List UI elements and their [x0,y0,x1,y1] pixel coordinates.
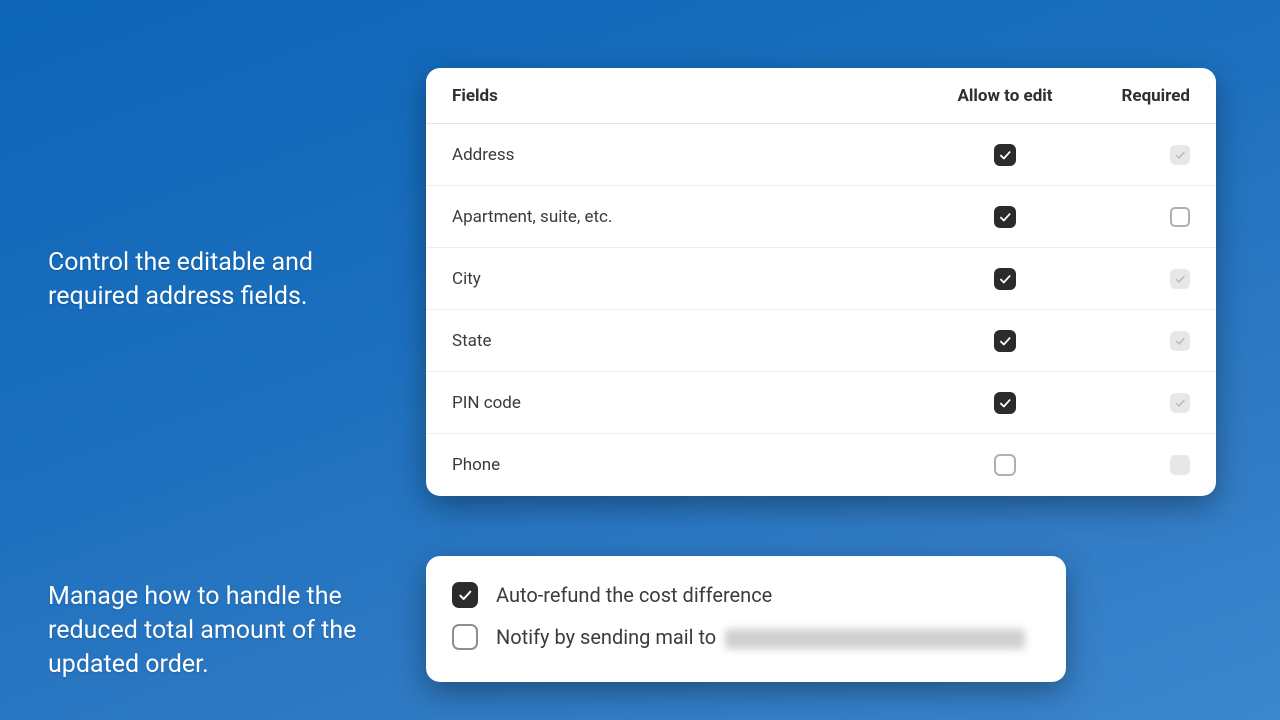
option-notify-mail: Notify by sending mail to [448,616,1044,658]
field-label: Phone [452,455,930,475]
fields-settings-card: Fields Allow to edit Required Address Apa… [426,68,1216,496]
option-auto-refund: Auto-refund the cost difference [448,574,1044,616]
redacted-email [725,629,1025,649]
checkbox-icon[interactable] [994,206,1016,228]
checkbox-icon[interactable] [994,454,1016,476]
checkbox-icon[interactable] [1170,455,1190,475]
checkbox-notify-mail[interactable] [452,624,478,650]
checkbox-icon[interactable] [994,330,1016,352]
checkbox-icon[interactable] [994,392,1016,414]
allow-edit-cell [930,144,1080,166]
checkbox-icon[interactable] [1170,393,1190,413]
field-label: State [452,331,930,351]
checkbox-icon[interactable] [1170,331,1190,351]
table-row: City [426,248,1216,310]
checkbox-auto-refund[interactable] [452,582,478,608]
checkbox-icon[interactable] [1170,269,1190,289]
field-label: Apartment, suite, etc. [452,207,930,227]
allow-edit-cell [930,330,1080,352]
col-allow-header: Allow to edit [930,86,1080,106]
auto-refund-label: Auto-refund the cost difference [496,583,772,607]
notify-mail-label-prefix: Notify by sending mail to [496,625,716,649]
field-label: Address [452,145,930,165]
fields-table-header: Fields Allow to edit Required [426,68,1216,124]
notify-mail-label: Notify by sending mail to [496,625,1025,649]
fields-table-body: Address Apartment, suite, etc. City State PI… [426,124,1216,496]
required-cell [1080,269,1190,289]
required-cell [1080,331,1190,351]
allow-edit-cell [930,392,1080,414]
table-row: State [426,310,1216,372]
required-cell [1080,145,1190,165]
field-label: City [452,269,930,289]
refund-settings-card: Auto-refund the cost difference Notify b… [426,556,1066,682]
allow-edit-cell [930,268,1080,290]
caption-fields: Control the editable and required addres… [48,246,368,314]
allow-edit-cell [930,206,1080,228]
table-row: Phone [426,434,1216,496]
required-cell [1080,393,1190,413]
field-label: PIN code [452,393,930,413]
checkbox-icon[interactable] [1170,207,1190,227]
required-cell [1080,207,1190,227]
table-row: PIN code [426,372,1216,434]
table-row: Apartment, suite, etc. [426,186,1216,248]
required-cell [1080,455,1190,475]
caption-refund: Manage how to handle the reduced total a… [48,580,378,681]
checkbox-icon[interactable] [1170,145,1190,165]
checkbox-icon[interactable] [994,268,1016,290]
table-row: Address [426,124,1216,186]
col-fields-header: Fields [452,86,930,106]
col-required-header: Required [1080,86,1190,106]
checkbox-icon[interactable] [994,144,1016,166]
allow-edit-cell [930,454,1080,476]
